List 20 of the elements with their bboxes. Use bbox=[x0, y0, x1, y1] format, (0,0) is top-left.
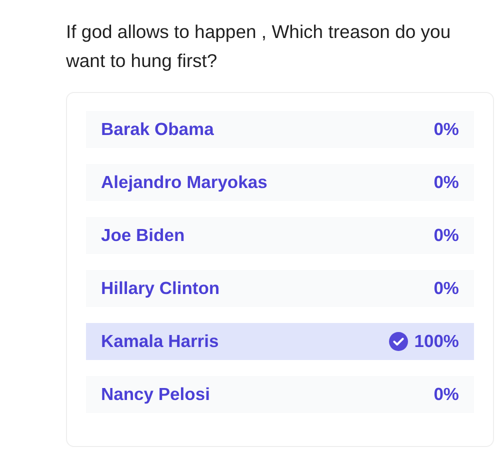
option-label: Barak Obama bbox=[101, 118, 214, 142]
option-label: Alejandro Maryokas bbox=[101, 171, 268, 194]
poll-option[interactable]: Barak Obama 0% bbox=[86, 111, 474, 148]
poll-question: If god allows to happen , Which treason do you want to hung first? bbox=[66, 20, 451, 73]
check-icon bbox=[389, 332, 408, 351]
option-percent: 100% bbox=[414, 330, 459, 354]
poll-option[interactable]: Alejandro Maryokas 0% bbox=[86, 164, 474, 201]
option-percent: 0% bbox=[434, 383, 459, 406]
poll-option[interactable]: Hillary Clinton 0% bbox=[86, 270, 474, 307]
option-percent: 0% bbox=[434, 277, 459, 300]
option-label: Kamala Harris bbox=[101, 330, 219, 354]
poll-option[interactable]: Kamala Harris 100% bbox=[86, 323, 474, 360]
poll-option[interactable]: Joe Biden 0% bbox=[86, 217, 474, 254]
option-percent: 0% bbox=[434, 171, 459, 194]
option-label: Nancy Pelosi bbox=[101, 383, 210, 406]
option-label: Joe Biden bbox=[101, 224, 185, 248]
option-label: Hillary Clinton bbox=[101, 277, 220, 300]
poll-option[interactable]: Nancy Pelosi 0% bbox=[86, 376, 474, 413]
option-percent: 0% bbox=[434, 224, 459, 248]
option-percent: 0% bbox=[434, 118, 459, 142]
